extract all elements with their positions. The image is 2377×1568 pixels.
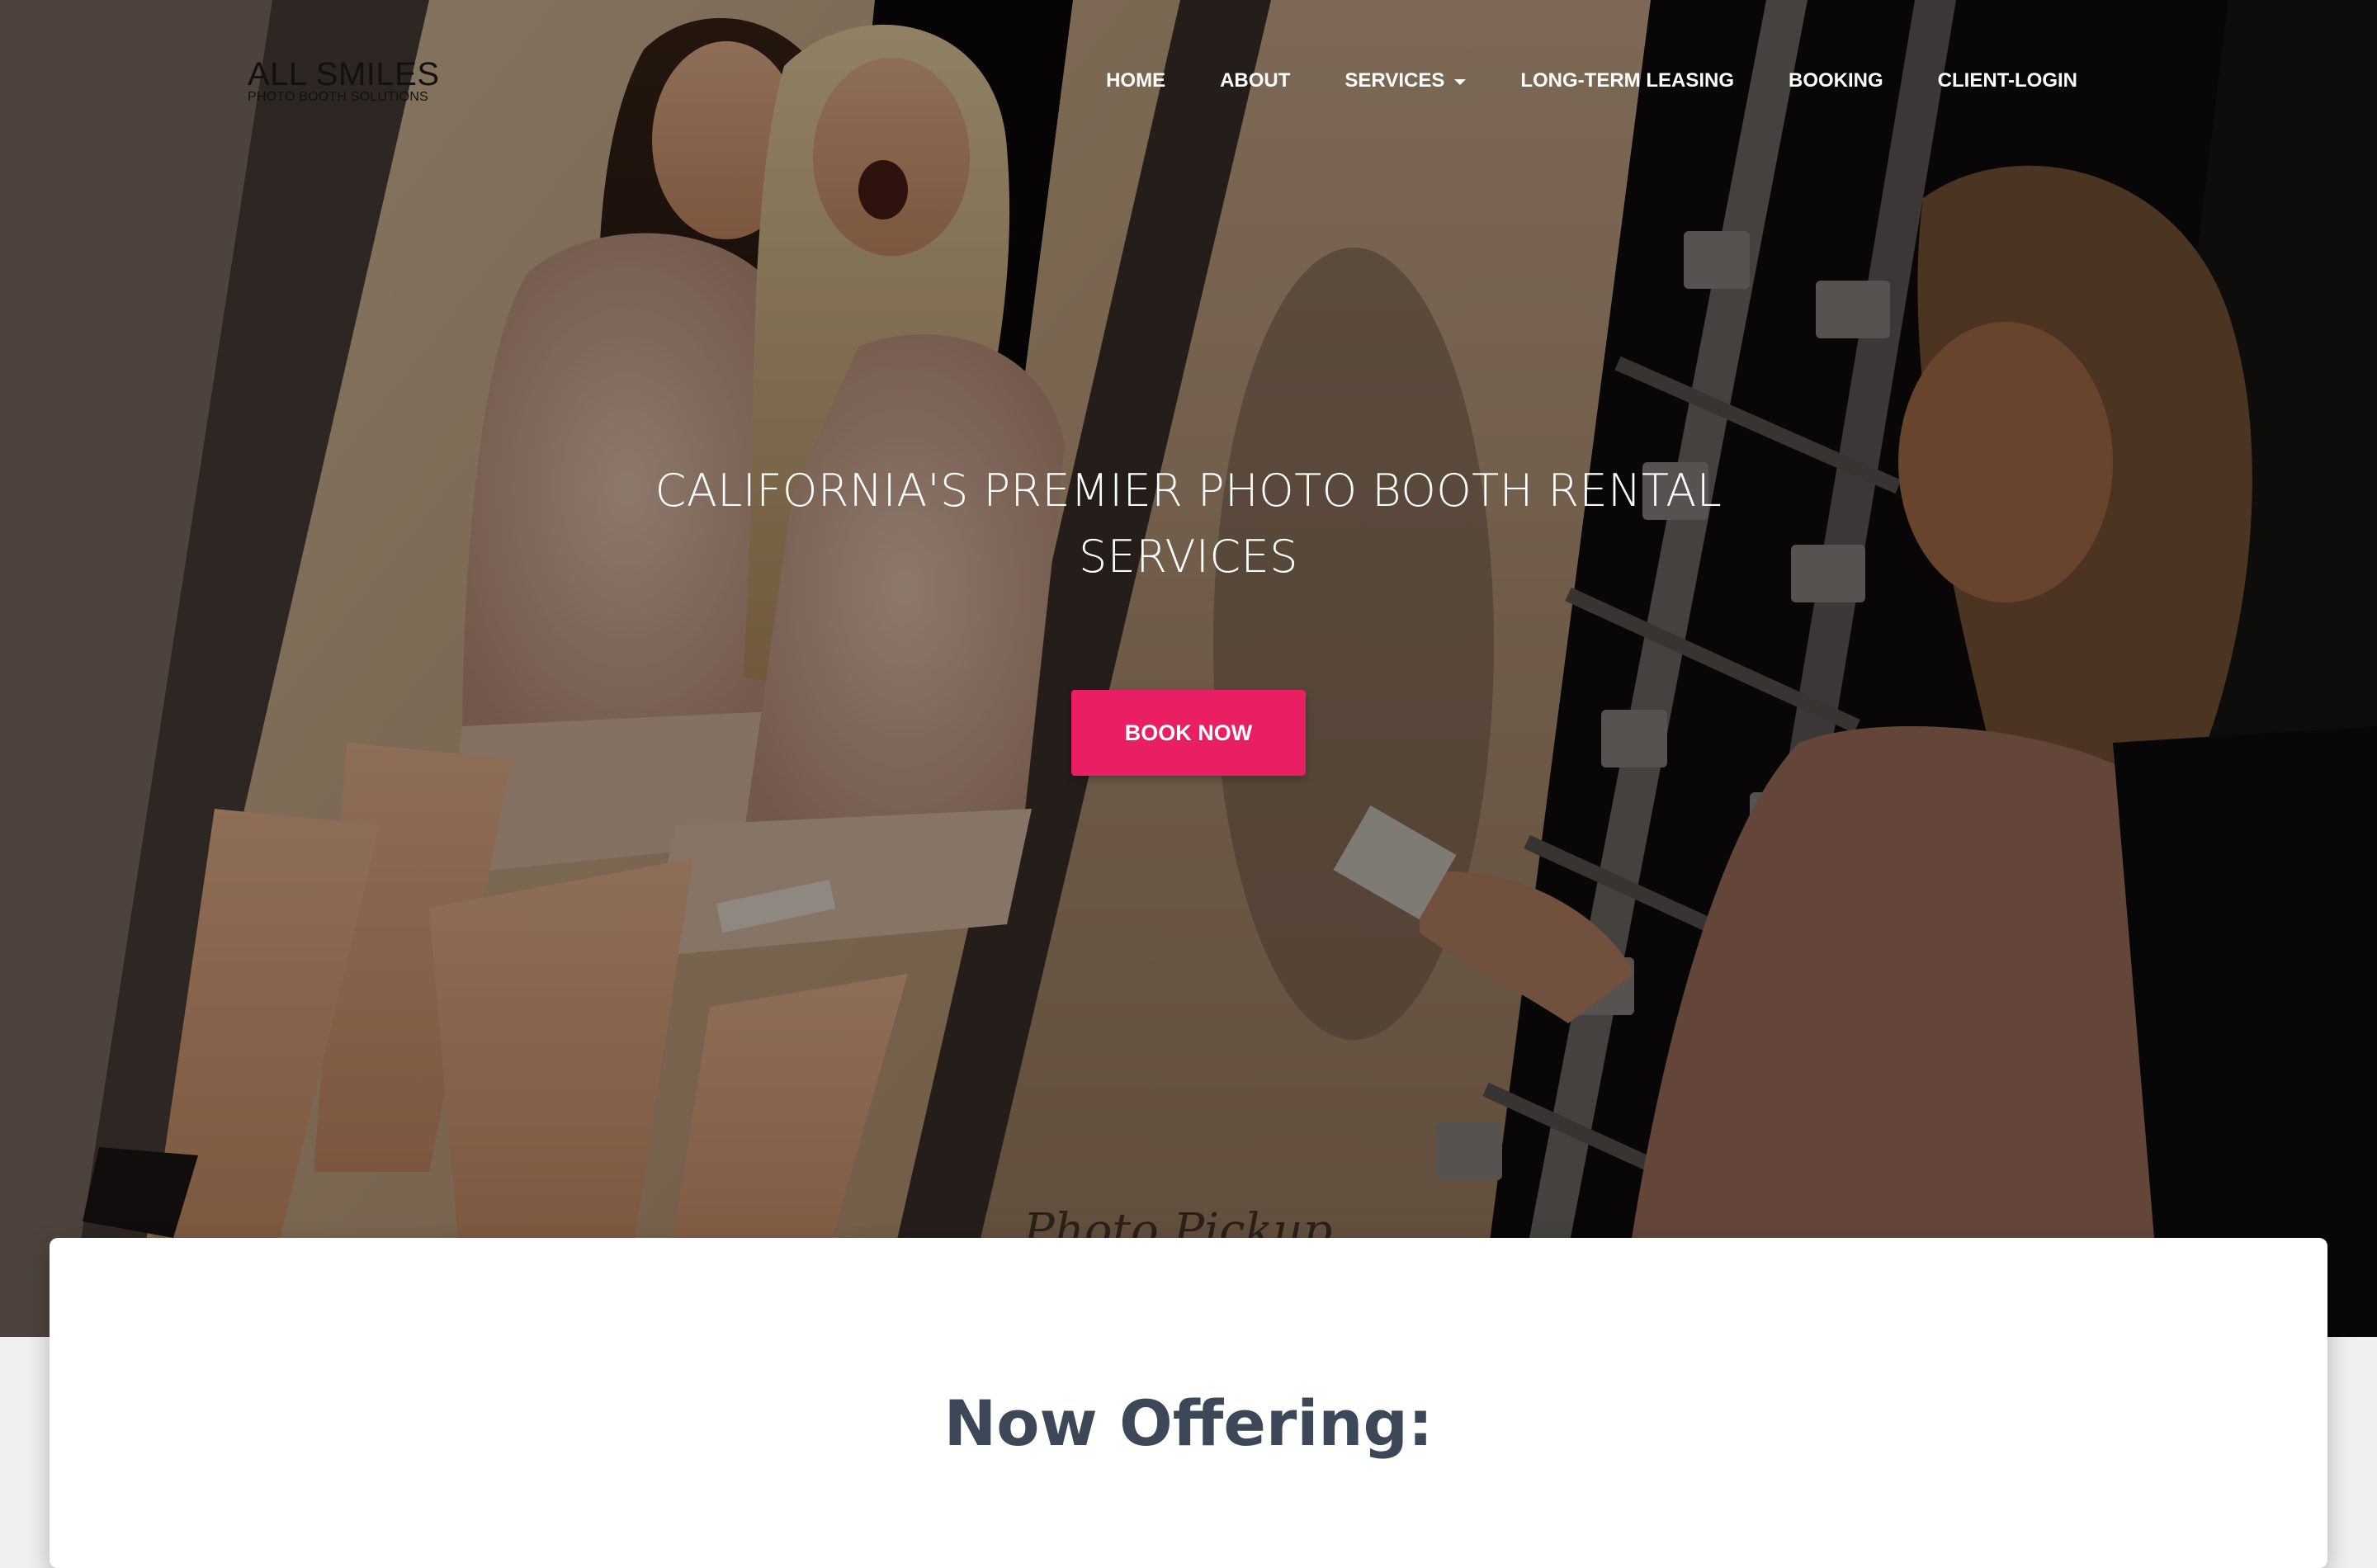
nav-item-label: HOME: [1106, 69, 1166, 92]
hero-title: CALIFORNIA'S PREMIER PHOTO BOOTH RENTAL …: [655, 465, 1722, 583]
nav-item-client-login[interactable]: CLIENT-LOGIN: [1911, 66, 2105, 96]
logo-subtitle: PHOTO BOOTH SOLUTIONS: [248, 90, 429, 104]
nav-item-services[interactable]: SERVICES: [1317, 66, 1493, 96]
main-content-card: Now Offering:: [50, 1238, 2327, 1568]
nav-item-label: CLIENT-LOGIN: [1937, 69, 2077, 92]
logo-title: ALL SMILES: [248, 56, 440, 92]
nav-item-label: BOOKING: [1789, 69, 1883, 92]
section-title: Now Offering:: [943, 1386, 1434, 1460]
nav-item-label: ABOUT: [1220, 69, 1291, 92]
nav-item-long-term-leasing[interactable]: LONG-TERM LEASING: [1493, 66, 1761, 96]
nav-item-about[interactable]: ABOUT: [1193, 66, 1317, 96]
nav-item-label: SERVICES: [1344, 69, 1445, 92]
brand-logo[interactable]: ALL SMILES PHOTO BOOTH SOLUTIONS: [248, 56, 440, 104]
site-navbar: ALL SMILES PHOTO BOOTH SOLUTIONS HOME AB…: [0, 0, 2377, 165]
nav-item-booking[interactable]: BOOKING: [1761, 66, 1911, 96]
caret-down-icon: [1454, 78, 1467, 85]
nav-item-label: LONG-TERM LEASING: [1520, 69, 1734, 92]
hero-dark-overlay: [0, 0, 2377, 1337]
hero-section: Photo Pickup: [0, 0, 2377, 1337]
main-nav-menu: HOME ABOUT SERVICES LONG-TERM LEASING BO…: [1079, 66, 2105, 96]
book-now-button[interactable]: BOOK NOW: [1071, 690, 1306, 776]
nav-item-home[interactable]: HOME: [1079, 66, 1193, 96]
